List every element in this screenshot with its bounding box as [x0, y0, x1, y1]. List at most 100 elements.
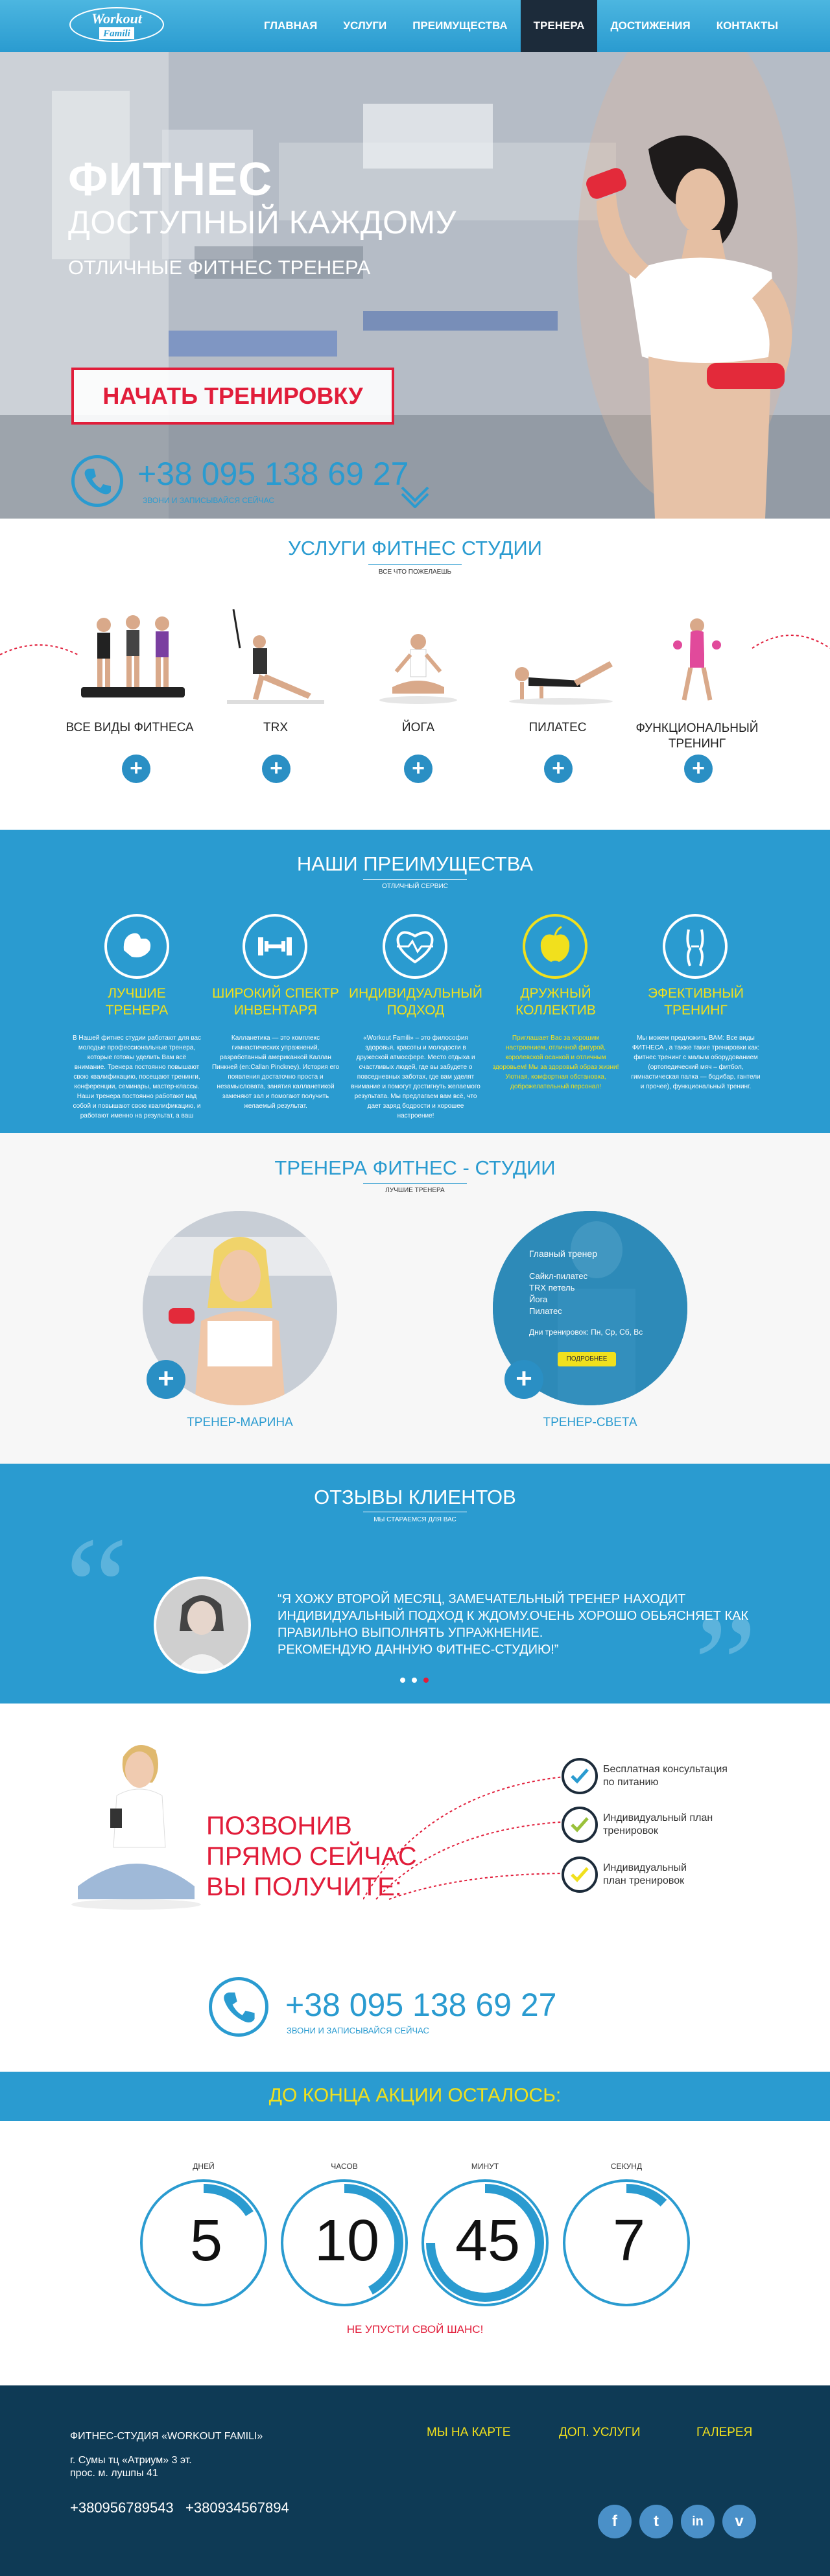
- service-yoga-image: [379, 634, 457, 704]
- trainer-sveta-specialty: Пилатес: [529, 1306, 562, 1316]
- footer: ФИТНЕС-СТУДИЯ «WORKOUT FAMILI» г. Сумы т…: [0, 2385, 830, 2576]
- service-trx-image: [227, 609, 324, 704]
- footer-link-services[interactable]: ДОП. УСЛУГИ: [559, 2426, 641, 2440]
- facebook-icon[interactable]: f: [598, 2505, 632, 2538]
- hero-phone-subtitle: ЗВОНИ И ЗАПИСЫВАЙСЯ СЕЙЧАС: [143, 496, 275, 505]
- promo-note: НЕ УПУСТИ СВОЙ ШАНС!: [346, 2323, 484, 2336]
- apple-icon: [523, 914, 587, 979]
- advantage-title-equipment: ШИРОКИЙ СПЕКТР ИНВЕНТАРЯ: [208, 985, 344, 1019]
- logo[interactable]: Workout Famili: [68, 5, 165, 45]
- service-label-pilates: ПИЛАТЕС: [528, 721, 587, 734]
- footer-link-map[interactable]: МЫ НА КАРТЕ: [427, 2426, 510, 2440]
- advantages-subtitle: ОТЛИЧНЫЙ СЕРВИС: [382, 883, 448, 890]
- advantage-title-training-line-1: ЭФЕКТИВНЫЙ: [647, 986, 744, 1001]
- advantage-title-individual-line-1: ИНДИВИДУАЛЬНЫЙ: [349, 986, 482, 1001]
- trainer-marina-plus-button[interactable]: +: [147, 1360, 185, 1399]
- call-phone-number[interactable]: +38 095 138 69 27: [285, 1986, 556, 2024]
- advantages-title: НАШИ ПРЕИМУЩЕСТВА: [296, 852, 534, 875]
- hero-phone-number[interactable]: +38 095 138 69 27: [137, 455, 409, 493]
- advantage-title-trainers-line-1: ЛУЧШИЕ: [108, 986, 166, 1001]
- benefit-individual-plan: Индивидуальный план тренировок: [603, 1862, 687, 1888]
- carousel-dot[interactable]: [400, 1678, 405, 1683]
- logo-text-workout: Workout: [91, 10, 143, 27]
- trainer-marina-name[interactable]: ТРЕНЕР-МАРИНА: [143, 1416, 337, 1430]
- service-plus-button[interactable]: +: [404, 755, 433, 783]
- logo-text-famili: Famili: [102, 29, 131, 39]
- trainer-sveta-details-button[interactable]: ПОДРОБНЕЕ: [558, 1352, 616, 1366]
- advantage-title-training-line-2: ТРЕНИНГ: [664, 1003, 728, 1018]
- reviews-title: ОТЗЫВЫ КЛИЕНТОВ: [314, 1486, 516, 1508]
- checkmark-icon: [562, 1807, 598, 1843]
- advantage-title-team-line-1: ДРУЖНЫЙ: [520, 986, 591, 1001]
- benefit-training-plan-line-1: Индивидуальный план: [603, 1812, 713, 1823]
- trainers-title: ТРЕНЕРА ФИТНЕС - СТУДИИ: [274, 1156, 556, 1179]
- advantage-text-team: Приглашает Вас за хорошим настроением, о…: [492, 1035, 619, 1090]
- reviews-section: ОТЗЫВЫ КЛИЕНТОВ МЫ СТАРАЕМСЯ ДЛЯ ВАС “ ”…: [0, 1464, 830, 1736]
- carousel-dot[interactable]: [412, 1678, 417, 1683]
- advantages-section: НАШИ ПРЕИМУЩЕСТВА ОТЛИЧНЫЙ СЕРВИС ЛУЧШИЕ…: [0, 830, 830, 1133]
- service-label-functional: ФУНКЦИОНАЛЬНЫЙ ТРЕНИНГ: [632, 721, 762, 752]
- advantage-title-equipment-line-1: ШИРОКИЙ СПЕКТР: [212, 986, 339, 1001]
- countdown-hours-label: ЧАСОВ: [331, 2162, 358, 2171]
- services-subtitle: ВСЕ ЧТО ПОЖЕЛАЕШЬ: [378, 568, 452, 576]
- start-training-button[interactable]: НАЧАТЬ ТРЕНИРОВКУ: [71, 368, 394, 425]
- checkmark-icon: [562, 1856, 598, 1893]
- vimeo-icon[interactable]: v: [722, 2505, 756, 2538]
- nav-item-advantages[interactable]: ПРЕИМУЩЕСТВА: [399, 0, 520, 52]
- muscle-icon: [104, 914, 169, 979]
- service-pilates-image: [509, 661, 613, 705]
- call-phone-subtitle: ЗВОНИ И ЗАПИСЫВАЙСЯ СЕЙЧАС: [287, 2026, 429, 2035]
- service-plus-button[interactable]: +: [684, 755, 713, 783]
- phone-icon[interactable]: [71, 455, 123, 507]
- review-quote-line: ПРАВИЛЬНО ВЫПОЛНЯТЬ УПРАЖНЕНИЕ.: [278, 1626, 543, 1640]
- advantages-title-divider: [363, 879, 467, 880]
- call-heading-line: ПРЯМО СЕЙЧАС: [206, 1842, 417, 1871]
- reviewer-avatar-image: [156, 1579, 248, 1671]
- service-label-trx: TRX: [263, 721, 288, 734]
- review-quote-line: “Я ХОЖУ ВТОРОЙ МЕСЯЦ, ЗАМЕЧАТЕЛЬНЫЙ ТРЕН…: [278, 1592, 686, 1606]
- review-quote-line: ИНДИВИДУАЛЬНЫЙ ПОДХОД К ЖДОМУ.ОЧЕНЬ ХОРО…: [278, 1609, 749, 1623]
- nav-item-contacts[interactable]: КОНТАКТЫ: [704, 0, 791, 52]
- top-nav: Workout Famili ГЛАВНАЯ УСЛУГИ ПРЕИМУЩЕСТ…: [0, 0, 830, 52]
- advantage-text-equipment: Калланетика — это комплекс гимнастически…: [211, 1035, 340, 1110]
- call-heading: ПОЗВОНИВ ПРЯМО СЕЙЧАС ВЫ ПОЛУЧИТЕ:: [206, 1811, 417, 1903]
- heart-pulse-icon: [383, 914, 447, 979]
- advantage-title-training: ЭФЕКТИВНЫЙ ТРЕНИНГ: [628, 985, 764, 1019]
- nav-item-achievements[interactable]: ДОСТИЖЕНИЯ: [597, 0, 703, 52]
- nav-item-home[interactable]: ГЛАВНАЯ: [251, 0, 330, 52]
- service-label-functional-line-1: ФУНКЦИОНАЛЬНЫЙ: [635, 721, 759, 735]
- countdown-days-value: 5: [189, 2208, 223, 2273]
- trainer-sveta-days: Дни тренировок: Пн, Ср, Сб, Вс: [529, 1328, 643, 1337]
- trainers-section: ТРЕНЕРА ФИТНЕС - СТУДИИ ЛУЧШИЕ ТРЕНЕРА +…: [0, 1133, 830, 1464]
- trainer-sveta-specialty: TRX петель: [529, 1283, 575, 1293]
- trainers-subtitle: ЛУЧШИЕ ТРЕНЕРА: [385, 1187, 445, 1194]
- trainer-sveta-plus-button[interactable]: +: [504, 1360, 543, 1399]
- hero-title-fitness: ФИТНЕС: [68, 154, 273, 205]
- trainer-sveta-specialty: Сайкл-пилатес: [529, 1271, 588, 1281]
- footer-address-line-1: г. Сумы тц «Атриум» 3 эт.: [70, 2455, 192, 2466]
- service-plus-button[interactable]: +: [122, 755, 150, 783]
- trainer-sveta-name[interactable]: ТРЕНЕР-СВЕТА: [493, 1416, 687, 1430]
- countdown-days: 5: [140, 2179, 267, 2306]
- benefit-individual-plan-line-2: план тренировок: [603, 1875, 685, 1886]
- checkmark-icon: [562, 1758, 598, 1794]
- countdown-seconds-value: 7: [612, 2208, 646, 2273]
- nav-item-trainers[interactable]: ТРЕНЕРА: [520, 0, 598, 52]
- linkedin-icon[interactable]: in: [681, 2505, 715, 2538]
- services-title-divider: [368, 564, 462, 565]
- scroll-down-icon[interactable]: [399, 485, 431, 508]
- hero-section: ФИТНЕС ДОСТУПНЫЙ КАЖДОМУ ОТЛИЧНЫЕ ФИТНЕС…: [0, 52, 830, 519]
- advantage-title-team-line-2: КОЛЛЕКТИВ: [516, 1003, 596, 1018]
- twitter-icon[interactable]: t: [639, 2505, 673, 2538]
- promo-title: ДО КОНЦА АКЦИИ ОСТАЛОСЬ:: [268, 2085, 562, 2106]
- review-quote-line: РЕКОМЕНДУЮ ДАННУЮ ФИТНЕС-СТУДИЮ!”: [278, 1643, 559, 1657]
- footer-phones[interactable]: +380956789543 +380934567894: [70, 2500, 289, 2516]
- footer-link-gallery[interactable]: ГАЛЕРЕЯ: [696, 2426, 752, 2440]
- service-plus-button[interactable]: +: [544, 755, 573, 783]
- countdown-days-label: ДНЕЙ: [193, 2162, 215, 2171]
- advantage-title-trainers: ЛУЧШИЕ ТРЕНЕРА: [69, 985, 205, 1019]
- nav-item-services[interactable]: УСЛУГИ: [330, 0, 399, 52]
- phone-icon[interactable]: [209, 1977, 268, 2037]
- service-plus-button[interactable]: +: [262, 755, 290, 783]
- carousel-dot-active[interactable]: [423, 1678, 429, 1683]
